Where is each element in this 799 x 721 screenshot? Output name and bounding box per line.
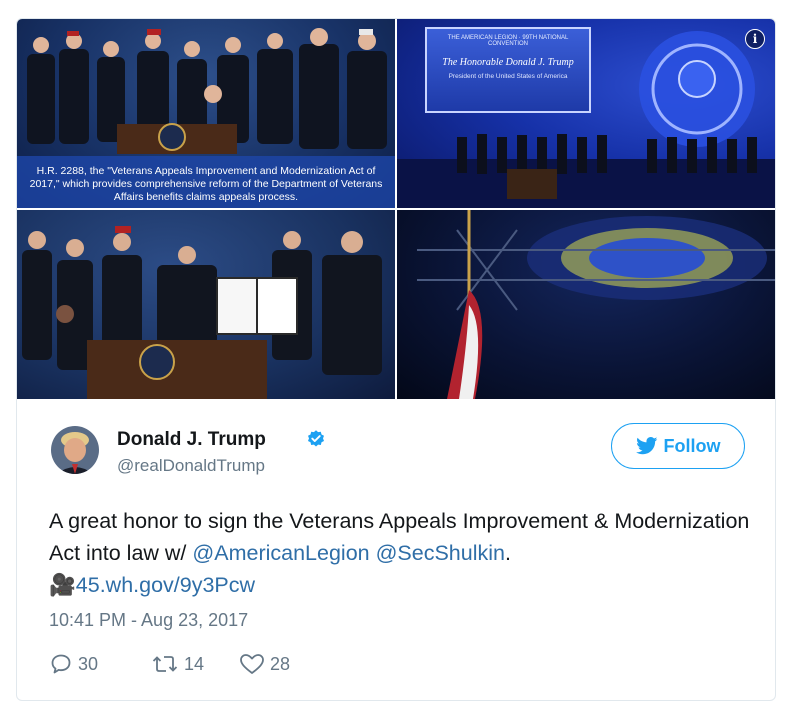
heart-icon — [240, 654, 264, 674]
avatar[interactable] — [51, 426, 99, 474]
tweet-text: A great honor to sign the Veterans Appea… — [49, 505, 769, 601]
mention-american-legion[interactable]: @AmericanLegion — [192, 541, 369, 565]
like-count: 28 — [270, 653, 291, 674]
camera-icon: 🎥 — [49, 573, 76, 597]
photo-caption: H.R. 2288, the "Veterans Appeals Improve… — [17, 156, 395, 208]
screen-title: THE AMERICAN LEGION · 99TH NATIONAL CONV… — [447, 35, 569, 47]
tweet-link[interactable]: 45.wh.gov/9y3Pcw — [76, 573, 255, 597]
retweet-count: 14 — [184, 653, 205, 674]
like-button[interactable]: 28 — [239, 652, 290, 676]
retweet-button[interactable]: 14 — [151, 652, 204, 676]
caption-text: H.R. 2288, the "Veterans Appeals Improve… — [29, 165, 383, 203]
photo-signing-group[interactable]: H.R. 2288, the "Veterans Appeals Improve… — [17, 19, 395, 208]
verified-badge-icon — [308, 430, 324, 447]
info-icon[interactable]: i — [745, 29, 765, 49]
twitter-bird-icon — [635, 437, 657, 455]
photo-signed-act[interactable] — [17, 210, 395, 399]
follow-button[interactable]: Follow — [611, 423, 745, 469]
reply-icon — [51, 654, 71, 674]
mention-sec-shulkin[interactable]: @SecShulkin — [376, 541, 505, 565]
screen-subtitle: President of the United States of Americ… — [448, 73, 568, 80]
author-handle[interactable]: @realDonaldTrump — [117, 456, 265, 476]
reply-count: 30 — [78, 653, 99, 674]
flag-emblem-scene — [417, 210, 775, 399]
stage-screen: THE AMERICAN LEGION · 99TH NATIONAL CONV… — [425, 27, 591, 113]
follow-label: Follow — [663, 435, 721, 456]
tweet-text-period: . — [504, 541, 511, 565]
tweet-timestamp[interactable]: 10:41 PM - Aug 23, 2017 — [49, 610, 248, 631]
screen-name: The Honorable Donald J. Trump — [442, 57, 574, 68]
author-name[interactable]: Donald J. Trump — [117, 429, 266, 451]
photo-convention-stage[interactable]: THE AMERICAN LEGION · 99TH NATIONAL CONV… — [397, 19, 775, 208]
tweet-card: H.R. 2288, the "Veterans Appeals Improve… — [16, 18, 776, 701]
media-grid[interactable]: H.R. 2288, the "Veterans Appeals Improve… — [17, 19, 775, 399]
photo-flag-emblem[interactable] — [397, 210, 775, 399]
retweet-icon — [152, 656, 178, 672]
reply-button[interactable]: 30 — [49, 652, 98, 676]
signed-act-scene — [22, 226, 382, 399]
